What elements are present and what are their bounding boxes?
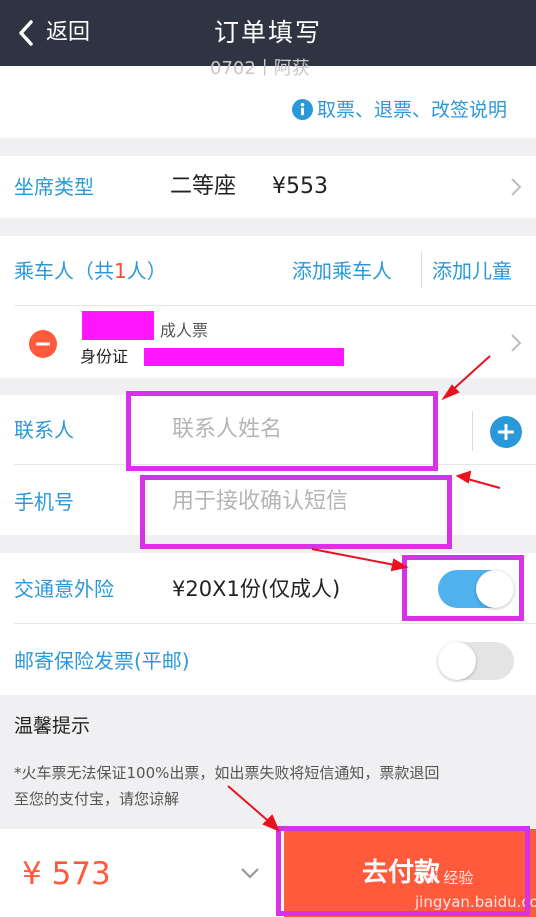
insurance-detail: ¥20X1份(仅成人) [172,577,341,601]
remove-passenger-icon[interactable] [29,330,57,358]
footer-total-area: ¥ 573 [0,829,284,917]
seat-type-row[interactable]: 坐席类型 二等座 ¥553 [0,156,536,218]
chevron-right-icon [511,178,522,196]
phone-label: 手机号 [14,490,74,514]
train-info-panel: 0702丨阿获 取票、退票、改签说明 [0,58,536,138]
passenger-label-suffix: 人） [126,259,167,283]
id-type: 身份证 [80,347,129,366]
vertical-divider [472,411,473,451]
total-price: ¥ 573 [22,856,111,892]
passenger-label-prefix: 乘车人（共 [14,259,114,283]
add-contact-icon[interactable] [490,416,522,448]
highlight-box [140,475,452,549]
highlight-box [402,555,524,621]
add-passenger-button[interactable]: 添加乘车人 [292,256,392,286]
seat-type-value: 二等座 [170,174,237,199]
page-title: 订单填写 [213,18,322,47]
contact-name-label: 联系人 [14,418,74,442]
tips-line-2: 至您的支付宝，请您谅解 [14,790,180,808]
passengers-panel: 乘车人（共1人） 添加乘车人 添加儿童 成人票 身份证 [0,236,536,378]
vertical-divider [421,252,422,288]
passenger-count-label: 乘车人（共1人） [14,256,167,286]
add-child-button[interactable]: 添加儿童 [432,256,512,286]
toggle-knob [438,642,476,680]
seat-price: ¥553 [272,174,328,199]
seat-type-label: 坐席类型 [14,175,94,199]
passenger-name-redacted [82,311,154,340]
highlight-box [276,826,530,916]
train-info-partial: 0702丨阿获 [210,58,310,79]
divider [14,305,536,306]
insurance-invoice-label: 邮寄保险发票(平邮) [14,649,190,673]
divider [14,623,536,624]
chevron-down-icon[interactable] [240,867,260,879]
highlight-box [126,391,438,471]
tips-title: 温馨提示 [14,715,91,737]
ticket-type: 成人票 [160,321,209,340]
invoice-toggle[interactable] [438,642,514,680]
passenger-count: 1 [114,259,127,283]
insurance-label: 交通意外险 [14,577,114,601]
chevron-right-icon[interactable] [510,333,522,353]
ticket-policy-link[interactable]: 取票、退票、改签说明 [317,96,507,124]
info-icon [292,99,313,120]
id-number-redacted [144,348,344,366]
tips-line-1: *火车票无法保证100%出票，如出票失败将短信通知，票款退回 [14,764,440,782]
